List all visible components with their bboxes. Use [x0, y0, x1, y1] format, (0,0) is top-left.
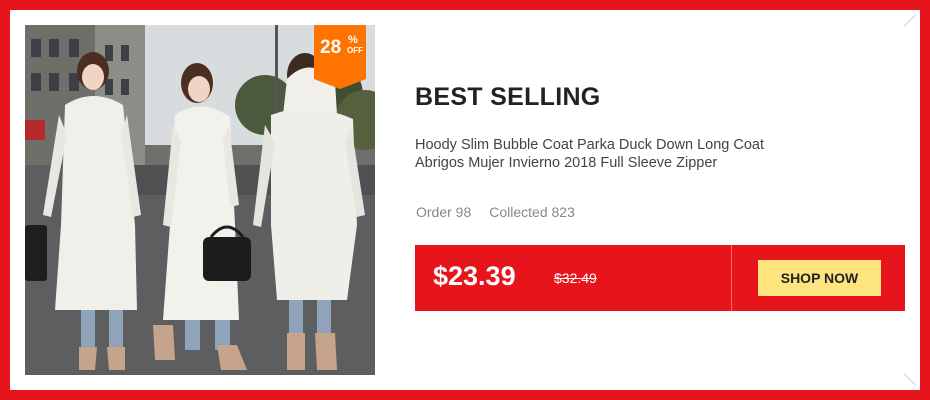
- price-bar-divider: [731, 245, 732, 311]
- price-bar: $23.39 $32.49 SHOP NOW: [415, 245, 905, 311]
- current-price: $23.39: [433, 261, 516, 291]
- order-count: Order 98: [416, 204, 472, 220]
- original-price: $32.49: [554, 270, 597, 286]
- corner-decoration: [903, 373, 917, 386]
- discount-off-label: OFF: [347, 46, 363, 55]
- product-card: 28 % OFF BEST SELLING Hoody Slim Bubble …: [10, 10, 920, 390]
- discount-percent-sign: %: [348, 34, 358, 46]
- discount-value: 28: [320, 37, 342, 58]
- corner-decoration: [903, 14, 917, 27]
- product-title[interactable]: Hoody Slim Bubble Coat Parka Duck Down L…: [415, 136, 795, 172]
- product-image[interactable]: 28 % OFF: [25, 25, 375, 375]
- shop-now-button[interactable]: SHOP NOW: [758, 260, 881, 296]
- discount-badge: 28 % OFF: [314, 25, 366, 89]
- collected-count: Collected 823: [489, 204, 575, 220]
- product-stats: Order 98 Collected 823: [416, 204, 575, 220]
- section-heading: BEST SELLING: [415, 83, 601, 111]
